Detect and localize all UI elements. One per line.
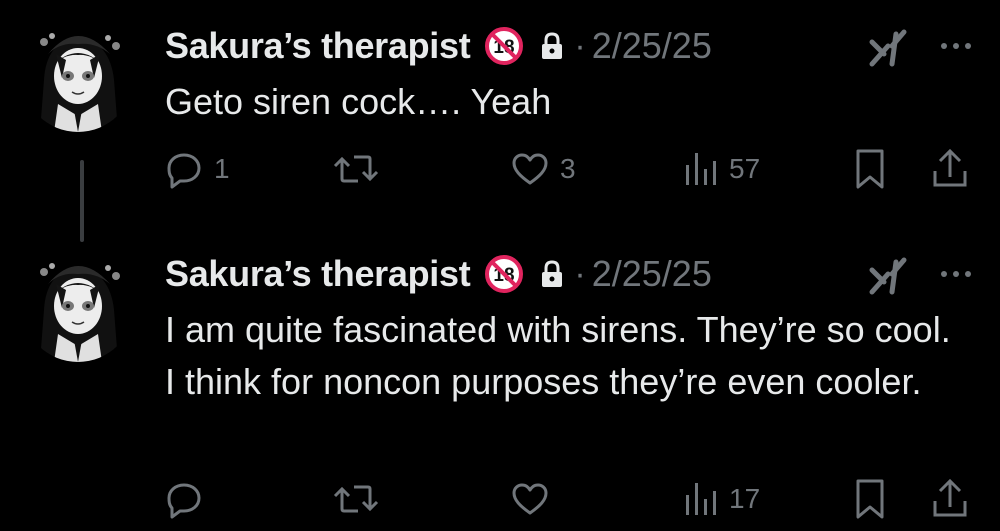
lock-icon [540, 259, 564, 289]
like-icon [512, 483, 548, 515]
retweet-icon [333, 485, 379, 513]
retweet-icon [333, 155, 379, 183]
display-name[interactable]: Sakura’s therapist [165, 25, 471, 67]
tweet[interactable]: Sakura’s therapist 18 · 2/25/25 I am qui… [0, 240, 1000, 531]
separator-dot: · [574, 26, 586, 65]
share-icon [933, 478, 967, 517]
bookmark-icon [856, 479, 884, 519]
tweet-date[interactable]: 2/25/25 [592, 253, 712, 295]
share-button[interactable] [930, 144, 970, 194]
tweet-text: I am quite fascinated with sirens. They’… [165, 309, 951, 402]
reply-button[interactable] [164, 474, 214, 524]
reply-button[interactable]: 1 [164, 144, 230, 194]
reply-icon [167, 483, 201, 519]
like-button[interactable] [510, 474, 560, 524]
tweet-header: Sakura’s therapist 18 · 2/25/25 [165, 20, 712, 72]
eighteen-badge-icon: 18 [484, 254, 524, 294]
views-icon [686, 483, 716, 515]
tweet[interactable]: Sakura’s therapist 18 · 2/25/25 Geto sir… [0, 0, 1000, 242]
avatar[interactable] [22, 250, 134, 362]
like-count: 3 [560, 153, 576, 184]
separator-dot: · [574, 254, 586, 293]
view-count: 57 [729, 153, 761, 184]
reply-icon [167, 153, 201, 189]
tweet-header: Sakura’s therapist 18 · 2/25/25 [165, 248, 712, 300]
retweet-button[interactable] [330, 474, 392, 524]
like-icon [512, 153, 548, 185]
retweet-button[interactable] [330, 144, 392, 194]
avatar[interactable] [22, 20, 134, 132]
tweet-text: Geto siren cock…. Yeah [165, 81, 552, 122]
view-count: 17 [729, 483, 761, 514]
bookmark-button[interactable] [852, 144, 888, 194]
grok-icon[interactable] [864, 24, 912, 72]
like-button[interactable]: 3 [510, 144, 576, 194]
lock-icon [540, 31, 564, 61]
bookmark-icon [856, 149, 884, 189]
eighteen-badge-icon: 18 [484, 26, 524, 66]
share-icon [933, 148, 967, 187]
views-button[interactable]: 57 [683, 144, 760, 194]
reply-count: 1 [214, 153, 230, 184]
views-button[interactable]: 17 [683, 474, 760, 524]
bookmark-button[interactable] [852, 474, 888, 524]
action-bar: 17 [0, 474, 1000, 524]
grok-icon[interactable] [864, 252, 912, 300]
action-bar: 1 3 57 [0, 144, 1000, 194]
more-icon[interactable] [936, 36, 976, 56]
share-button[interactable] [930, 474, 970, 524]
views-icon [686, 153, 716, 185]
display-name[interactable]: Sakura’s therapist [165, 253, 471, 295]
more-icon[interactable] [936, 264, 976, 284]
tweet-date[interactable]: 2/25/25 [592, 25, 712, 67]
